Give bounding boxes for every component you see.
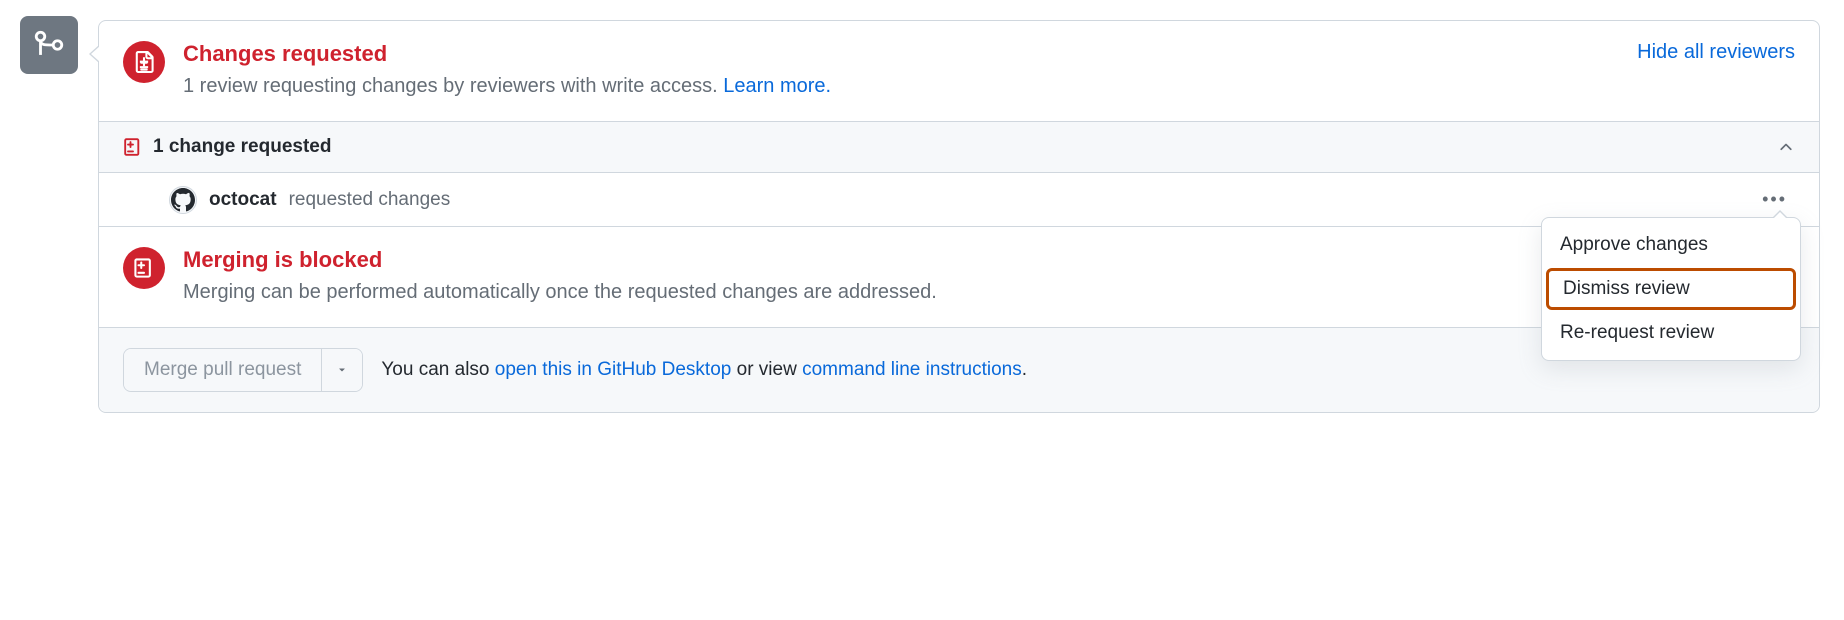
merge-options-dropdown-button[interactable]	[321, 349, 362, 391]
footer-text-suffix: .	[1022, 359, 1027, 380]
merge-footer-text: You can also open this in GitHub Desktop…	[381, 359, 1027, 381]
file-diff-icon	[133, 51, 155, 73]
reviewer-action-text: requested changes	[289, 189, 451, 211]
file-diff-icon	[133, 257, 155, 279]
file-diff-icon	[123, 137, 143, 157]
changes-requested-icon-badge	[123, 41, 165, 83]
chevron-up-icon	[1777, 138, 1795, 156]
reviewer-row: octocat requested changes ••• Approve ch…	[99, 173, 1819, 227]
reviewer-actions-dropdown: Approve changes Dismiss review Re-reques…	[1541, 217, 1801, 361]
merging-blocked-icon-badge	[123, 247, 165, 289]
rerequest-review-menuitem[interactable]: Re-request review	[1542, 312, 1800, 354]
octocat-avatar-icon	[171, 188, 195, 212]
learn-more-link[interactable]: Learn more.	[723, 75, 831, 97]
dismiss-review-menuitem[interactable]: Dismiss review	[1546, 268, 1796, 310]
open-github-desktop-link[interactable]: open this in GitHub Desktop	[495, 359, 732, 380]
approve-changes-menuitem[interactable]: Approve changes	[1542, 224, 1800, 266]
changes-requested-section: Changes requested 1 review requesting ch…	[99, 21, 1819, 122]
timeline-badge	[20, 16, 78, 74]
change-requested-count-label: 1 change requested	[153, 136, 331, 158]
git-merge-icon	[32, 28, 66, 62]
change-requested-summary-row[interactable]: 1 change requested	[99, 122, 1819, 173]
changes-requested-desc-text: 1 review requesting changes by reviewers…	[183, 75, 723, 97]
reviewer-username[interactable]: octocat	[209, 189, 277, 211]
command-line-instructions-link[interactable]: command line instructions	[802, 359, 1022, 380]
merge-status-box: Changes requested 1 review requesting ch…	[98, 20, 1820, 413]
footer-text-mid: or view	[731, 359, 802, 380]
avatar[interactable]	[169, 186, 197, 214]
changes-requested-desc: 1 review requesting changes by reviewers…	[183, 71, 1619, 101]
merge-button-group: Merge pull request	[123, 348, 363, 392]
hide-all-reviewers-link[interactable]: Hide all reviewers	[1637, 41, 1795, 64]
merge-pull-request-button[interactable]: Merge pull request	[124, 349, 321, 391]
changes-requested-title: Changes requested	[183, 41, 1619, 67]
footer-text-prefix: You can also	[381, 359, 494, 380]
triangle-down-icon	[336, 364, 348, 376]
